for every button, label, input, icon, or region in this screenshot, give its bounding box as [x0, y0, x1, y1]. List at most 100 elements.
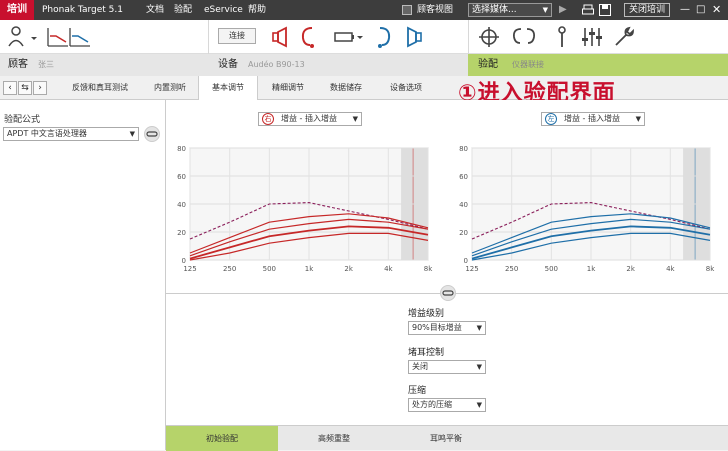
chevron-down-icon: ▼: [476, 324, 482, 332]
fitting-section[interactable]: 验配 仪器联接: [468, 54, 728, 76]
fitting-sub: 仪器联接: [512, 60, 544, 69]
training-badge[interactable]: 培训: [0, 0, 34, 20]
minimize-icon[interactable]: —: [680, 0, 690, 20]
occlusion-select[interactable]: 关闭 ▼: [408, 360, 486, 374]
play-icon[interactable]: ▶: [559, 0, 567, 20]
right-ear-badge: 右: [262, 113, 274, 125]
x-tick-label: 250: [223, 265, 236, 273]
x-tick-label: 8k: [424, 265, 433, 273]
x-tick-label: 125: [183, 265, 196, 273]
x-tick-label: 4k: [384, 265, 393, 273]
y-tick-label: 80: [177, 145, 186, 153]
save-icon[interactable]: [599, 4, 611, 16]
person-menu-icon[interactable]: [6, 24, 40, 50]
gain-level-select[interactable]: 90%目标增益 ▼: [408, 321, 486, 335]
menu-help[interactable]: 帮助: [248, 0, 266, 20]
target-icon[interactable]: [478, 26, 500, 48]
tab-in-situ[interactable]: 内置测听: [142, 76, 198, 100]
link-icon[interactable]: [440, 285, 456, 301]
link-icon[interactable]: [144, 126, 160, 142]
left-hearing-aid-icon[interactable]: [372, 25, 394, 49]
tab-high-freq[interactable]: 高频重整: [278, 426, 390, 451]
app-title: Phonak Target 5.1: [42, 5, 123, 15]
probe-icon[interactable]: [554, 25, 570, 49]
y-tick-label: 40: [459, 201, 468, 209]
chevron-down-icon: ▼: [352, 115, 358, 123]
formula-label: 验配公式: [4, 115, 41, 125]
y-tick-label: 60: [177, 173, 186, 181]
maximize-icon[interactable]: □: [696, 0, 705, 20]
y-tick-label: 40: [177, 201, 186, 209]
menu-document[interactable]: 文档: [146, 0, 164, 20]
tab-feedback-reug[interactable]: 反馈和真耳测试: [58, 76, 142, 100]
left-receiver-icon[interactable]: [402, 26, 426, 48]
customer-label: 顾客: [8, 59, 28, 70]
x-tick-label: 1k: [587, 265, 596, 273]
tab-basic-tuning[interactable]: 基本调节: [198, 76, 258, 101]
menu-eservice[interactable]: eService: [204, 0, 243, 20]
y-tick-label: 80: [459, 145, 468, 153]
menu-fitting[interactable]: 验配: [174, 0, 192, 20]
formula-value: APDT 中文言语处理器: [7, 129, 87, 138]
left-ear-gain-chart[interactable]: 0 20 40 60 80 125 250 500 1k 2k 4k 8k: [452, 144, 718, 280]
x-tick-label: 8k: [706, 265, 715, 273]
compression-label: 压缩: [408, 386, 427, 396]
media-select[interactable]: 选择媒体... ▼: [468, 3, 552, 17]
tab-data-logging[interactable]: 数据储存: [318, 76, 374, 100]
customer-view-checkbox[interactable]: [402, 5, 412, 15]
bottom-tab-bar: 初始验配 高频重整 耳鸣平衡: [166, 425, 728, 451]
close-icon[interactable]: ✕: [712, 0, 721, 20]
battery-menu-icon[interactable]: [334, 30, 364, 44]
right-ear-gain-chart[interactable]: 0 20 40 60 80 125 250 500 1k 2k 4k 8k: [170, 144, 436, 280]
chevron-right-icon[interactable]: ›: [33, 81, 47, 95]
close-training-button[interactable]: 关闭培训: [624, 3, 670, 17]
gain-level-label: 增益级别: [408, 309, 445, 319]
occlusion-label: 堵耳控制: [408, 348, 445, 358]
tab-tinnitus-balance[interactable]: 耳鸣平衡: [390, 426, 502, 451]
compression-select[interactable]: 处方的压缩 ▼: [408, 398, 486, 412]
customer-name: 张三: [38, 60, 54, 69]
fitting-label: 验配: [478, 59, 498, 70]
x-tick-label: 500: [545, 265, 558, 273]
chevron-down-icon: ▼: [129, 130, 135, 138]
device-label: 设备: [218, 59, 238, 70]
print-icon[interactable]: [582, 4, 594, 16]
x-tick-label: 2k: [344, 265, 353, 273]
right-ear-mode-select[interactable]: 右 增益 - 插入增益 ▼: [258, 112, 362, 126]
gain-level-value: 90%目标增益: [412, 323, 462, 332]
x-tick-label: 2k: [626, 265, 635, 273]
audiogram-icon[interactable]: [46, 26, 92, 48]
x-tick-label: 1k: [305, 265, 314, 273]
toolbar: 连接: [0, 20, 728, 54]
right-receiver-icon[interactable]: [270, 26, 292, 48]
tab-device-options[interactable]: 设备选项: [374, 76, 438, 100]
tab-initial-fit[interactable]: 初始验配: [166, 426, 278, 451]
formula-select[interactable]: APDT 中文言语处理器 ▼: [3, 127, 139, 141]
left-ear-mode-select[interactable]: 左 增益 - 插入增益 ▼: [541, 112, 645, 126]
tab-bar: ‹ ⇆ › 反馈和真耳测试 内置测听 基本调节 精细调节 数据储存 设备选项: [0, 76, 728, 101]
occlusion-value: 关闭: [412, 362, 428, 371]
connect-button[interactable]: 连接: [218, 28, 256, 44]
compression-value: 处方的压缩: [412, 400, 452, 409]
chevron-down-icon: ▼: [476, 363, 482, 371]
x-tick-label: 125: [465, 265, 478, 273]
chevron-down-icon: ▼: [635, 115, 641, 123]
equalizer-icon[interactable]: [580, 25, 604, 49]
y-tick-label: 20: [177, 229, 186, 237]
tab-fine-tuning[interactable]: 精细调节: [258, 76, 318, 100]
chevron-down-icon: ▼: [542, 6, 548, 14]
wrench-icon[interactable]: [612, 25, 636, 49]
x-tick-label: 250: [505, 265, 518, 273]
chevron-down-icon: ▼: [476, 401, 482, 409]
customer-view-label: 顾客视图: [417, 5, 454, 15]
y-tick-label: 0: [182, 257, 186, 265]
swap-icon[interactable]: ⇆: [18, 81, 32, 95]
right-ear-mode-value: 增益 - 插入增益: [281, 114, 337, 123]
y-tick-label: 0: [464, 257, 468, 265]
left-panel: 验配公式 APDT 中文言语处理器 ▼: [0, 100, 166, 450]
ears-icon[interactable]: [510, 26, 538, 48]
chevron-left-icon[interactable]: ‹: [3, 81, 17, 95]
x-tick-label: 500: [263, 265, 276, 273]
right-hearing-aid-icon[interactable]: [298, 25, 320, 49]
section-header: 顾客 张三 设备 Audéo B90-13 验配 仪器联接: [0, 54, 728, 76]
